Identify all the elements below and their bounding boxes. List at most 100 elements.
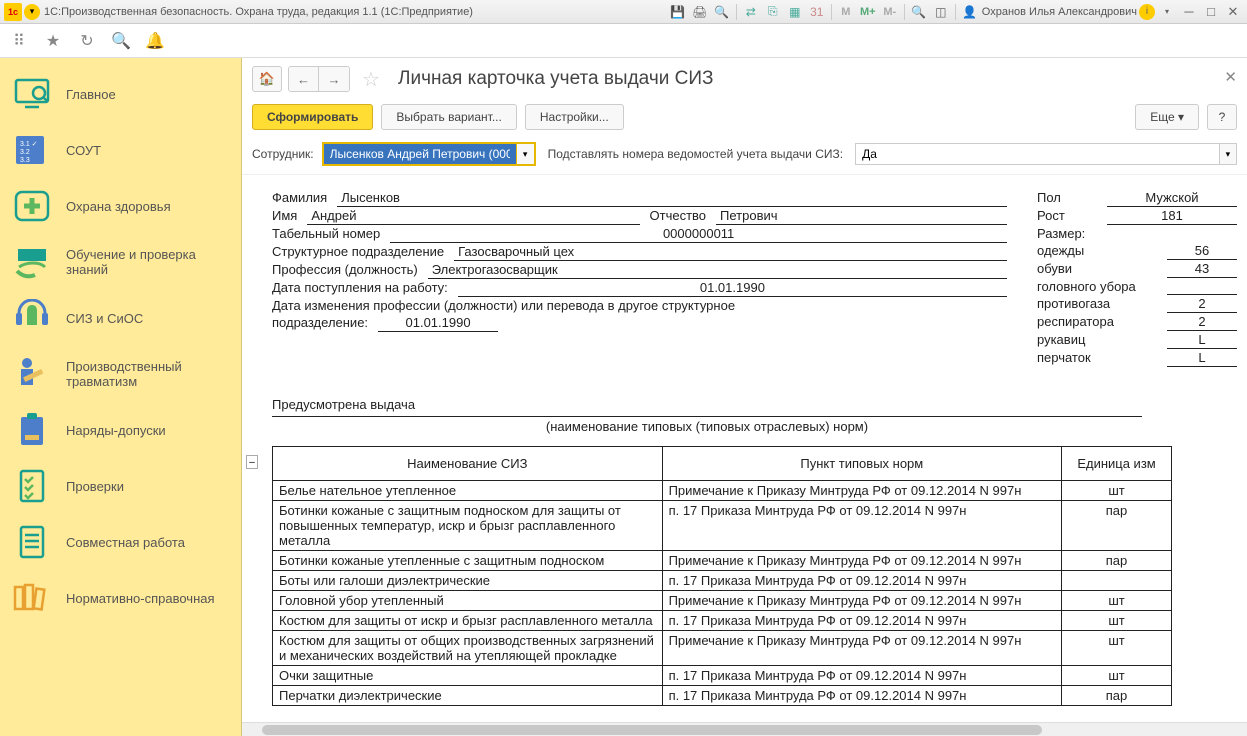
tabnum-label: Табельный номер: [272, 225, 380, 243]
cell-norm: п. 17 Приказа Минтруда РФ от 09.12.2014 …: [662, 686, 1061, 706]
more-button[interactable]: Еще ▾: [1135, 104, 1199, 130]
shoes-label: обуви: [1037, 260, 1157, 278]
sidebar-item-label: Совместная работа: [66, 535, 185, 550]
panel-icon[interactable]: ◫: [931, 3, 951, 21]
cell-unit: шт: [1062, 666, 1172, 686]
collapse-handle[interactable]: –: [246, 455, 258, 469]
sidebar-item-permits[interactable]: Наряды-допуски: [0, 402, 241, 458]
print-icon[interactable]: 🖨: [690, 3, 710, 21]
horizontal-scrollbar[interactable]: [242, 722, 1247, 736]
window-title: 1С:Производственная безопасность. Охрана…: [44, 6, 668, 18]
gasmask-label: противогаза: [1037, 295, 1157, 313]
cell-norm: п. 17 Приказа Минтруда РФ от 09.12.2014 …: [662, 611, 1061, 631]
info-dd-icon[interactable]: ▾: [1157, 3, 1177, 21]
svg-text:3.1 ✓: 3.1 ✓: [20, 141, 38, 148]
monitor-icon: [12, 74, 52, 114]
doc-lines-icon: [12, 522, 52, 562]
clothes-value: 56: [1167, 242, 1237, 260]
sidebar-item-reference[interactable]: Нормативно-справочная: [0, 570, 241, 626]
medical-icon: [12, 186, 52, 226]
tabnum-value: 0000000011: [390, 225, 1007, 243]
size-label: Размер:: [1037, 225, 1157, 242]
minimize-button[interactable]: ─: [1179, 3, 1199, 21]
clipboard-icon: [12, 410, 52, 450]
close-tab-button[interactable]: ✕: [1224, 68, 1237, 86]
cell-norm: Примечание к Приказу Минтруда РФ от 09.1…: [662, 591, 1061, 611]
cell-unit: пар: [1062, 551, 1172, 571]
cell-unit: [1062, 571, 1172, 591]
patronymic-value: Петрович: [716, 207, 1007, 225]
sidebar-item-sout[interactable]: 3.1 ✓3.23.3 СОУТ: [0, 122, 241, 178]
employee-dropdown-icon[interactable]: ▾: [516, 144, 534, 164]
info-icon[interactable]: i: [1139, 4, 1155, 20]
sidebar-item-collab[interactable]: Совместная работа: [0, 514, 241, 570]
head-value: [1167, 278, 1237, 295]
cell-unit: пар: [1062, 686, 1172, 706]
sidebar: Главное 3.1 ✓3.23.3 СОУТ Охрана здоровья…: [0, 58, 242, 736]
mittens-label: рукавиц: [1037, 331, 1157, 349]
issue-section-label: Предусмотрена выдача: [272, 397, 1237, 412]
cell-name: Костюм для защиты от общих производствен…: [273, 631, 663, 666]
hiredate-label: Дата поступления на работу:: [272, 279, 448, 297]
table-row: Ботинки кожаные с защитным подноском для…: [273, 501, 1172, 551]
app-menu-icon[interactable]: ▾: [24, 4, 40, 20]
preview-icon[interactable]: 🔍: [712, 3, 732, 21]
sidebar-item-label: Нормативно-справочная: [66, 591, 215, 606]
sidebar-item-injury[interactable]: Производственный травматизм: [0, 346, 241, 402]
notifications-icon[interactable]: 🔔: [144, 30, 166, 52]
sex-label: Пол: [1037, 189, 1097, 207]
norm-caption: (наименование типовых (типовых отраслевы…: [272, 416, 1142, 434]
m-button[interactable]: M: [836, 3, 856, 21]
page-title: Личная карточка учета выдачи СИЗ: [398, 68, 713, 90]
settings-button[interactable]: Настройки...: [525, 104, 624, 130]
table-row: Очки защитныеп. 17 Приказа Минтруда РФ о…: [273, 666, 1172, 686]
height-value: 181: [1107, 207, 1237, 225]
copy-icon[interactable]: ⎘: [763, 3, 783, 21]
cell-unit: шт: [1062, 631, 1172, 666]
home-button[interactable]: 🏠: [252, 66, 282, 92]
compare-icon[interactable]: ⇄: [741, 3, 761, 21]
dept-label: Структурное подразделение: [272, 243, 444, 261]
gloves-value: L: [1167, 349, 1237, 367]
employee-input[interactable]: [324, 144, 516, 164]
back-button[interactable]: ←: [289, 67, 319, 91]
bookmark-icon[interactable]: ☆: [362, 67, 386, 91]
sidebar-item-checks[interactable]: Проверки: [0, 458, 241, 514]
sidebar-item-health[interactable]: Охрана здоровья: [0, 178, 241, 234]
help-button[interactable]: ?: [1207, 104, 1237, 130]
maximize-button[interactable]: □: [1201, 3, 1221, 21]
close-button[interactable]: ✕: [1223, 3, 1243, 21]
sidebar-item-training[interactable]: Обучение и проверка знаний: [0, 234, 241, 290]
history-icon[interactable]: ↻: [76, 30, 98, 52]
col-norm: Пункт типовых норм: [662, 447, 1061, 481]
m-minus-button[interactable]: M-: [880, 3, 900, 21]
firstname-label: Имя: [272, 207, 297, 225]
search-icon[interactable]: 🔍: [110, 30, 132, 52]
gloves-label: перчаток: [1037, 349, 1157, 367]
cell-name: Головной убор утепленный: [273, 591, 663, 611]
save-icon[interactable]: 💾: [668, 3, 688, 21]
substitute-combo[interactable]: ▾: [855, 143, 1237, 165]
sidebar-item-main[interactable]: Главное: [0, 66, 241, 122]
favorite-icon[interactable]: ★: [42, 30, 64, 52]
substitute-dropdown-icon[interactable]: ▾: [1219, 144, 1236, 164]
choose-variant-button[interactable]: Выбрать вариант...: [381, 104, 516, 130]
sidebar-item-label: Главное: [66, 87, 116, 102]
m-plus-button[interactable]: M+: [858, 3, 878, 21]
sidebar-item-siz[interactable]: СИЗ и СиОС: [0, 290, 241, 346]
substitute-input[interactable]: [856, 144, 1219, 164]
generate-button[interactable]: Сформировать: [252, 104, 373, 130]
cell-name: Перчатки диэлектрические: [273, 686, 663, 706]
user-icon: 👤: [960, 3, 980, 21]
zoom-icon[interactable]: 🔍: [909, 3, 929, 21]
calendar-icon[interactable]: 31: [807, 3, 827, 21]
employee-combo[interactable]: ▾: [322, 142, 536, 166]
forward-button[interactable]: →: [319, 67, 349, 91]
cell-norm: Примечание к Приказу Минтруда РФ от 09.1…: [662, 551, 1061, 571]
col-name: Наименование СИЗ: [273, 447, 663, 481]
calculator-icon[interactable]: ▦: [785, 3, 805, 21]
cell-norm: п. 17 Приказа Минтруда РФ от 09.12.2014 …: [662, 571, 1061, 591]
cell-unit: шт: [1062, 591, 1172, 611]
apps-icon[interactable]: ⠿: [8, 30, 30, 52]
table-row: Ботинки кожаные утепленные с защитным по…: [273, 551, 1172, 571]
